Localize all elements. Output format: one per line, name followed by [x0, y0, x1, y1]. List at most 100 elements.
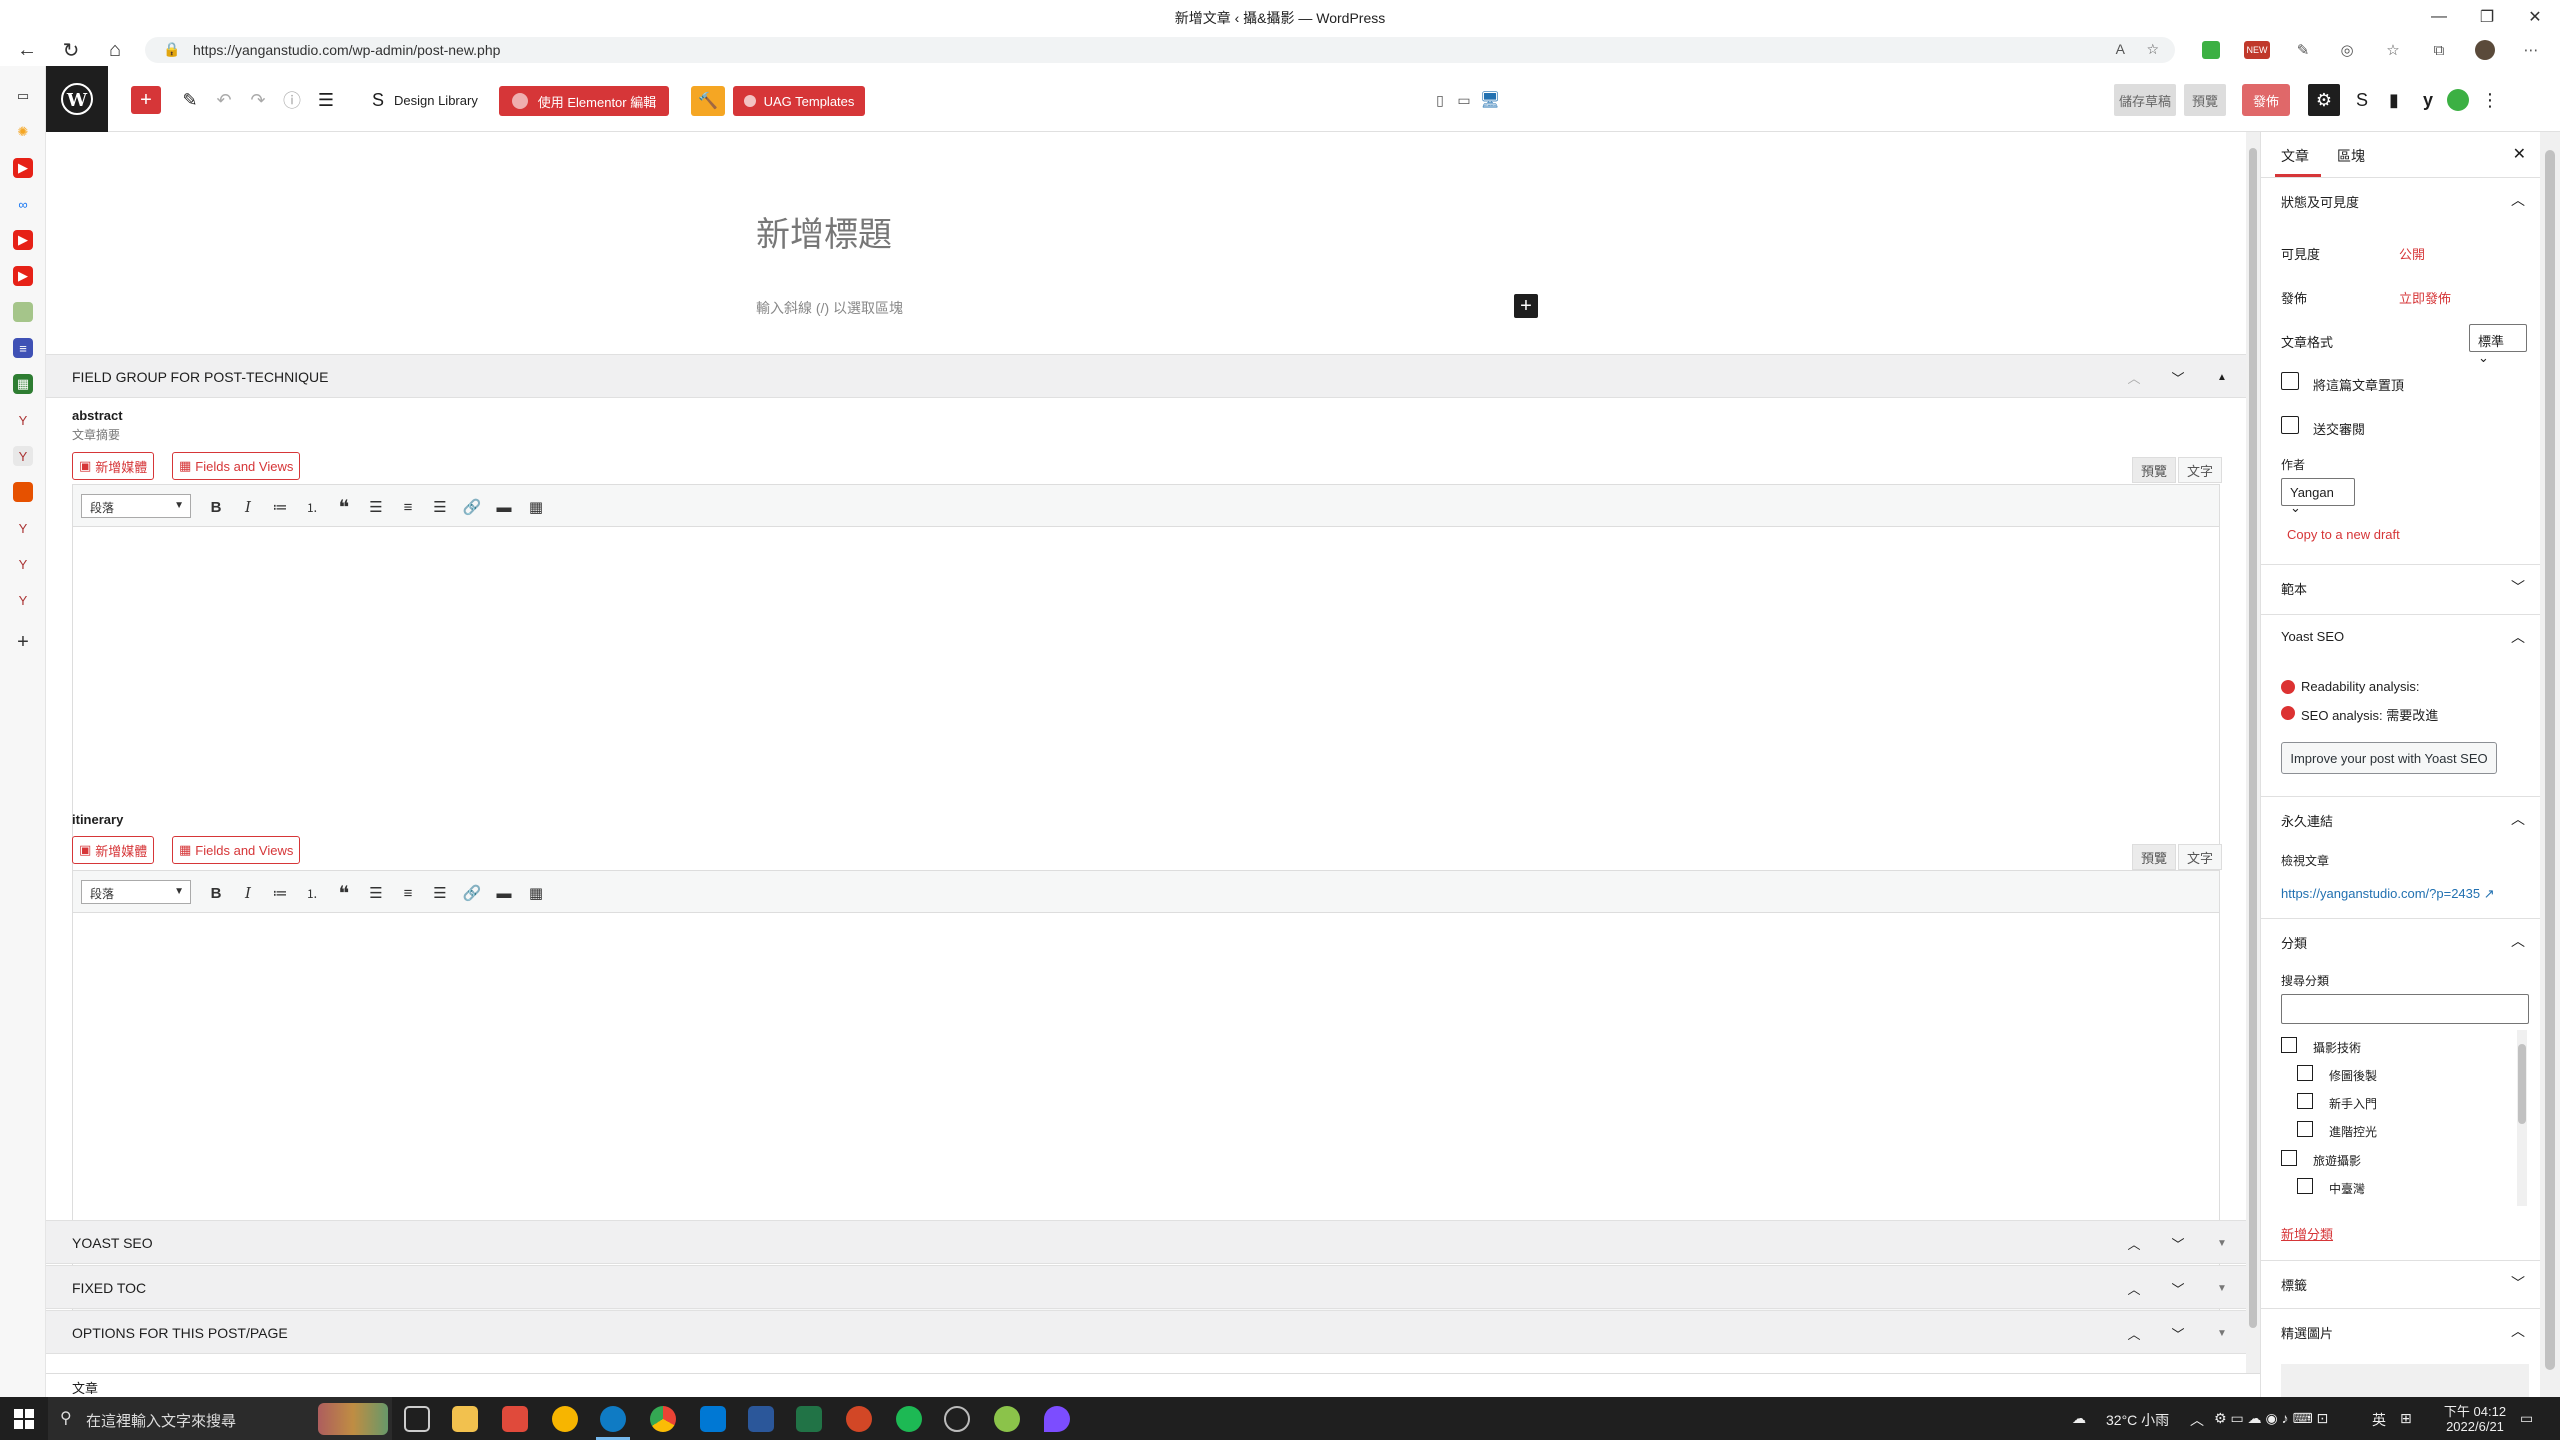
pending-review-checkbox[interactable] — [2281, 416, 2299, 434]
spotify-icon[interactable] — [896, 1406, 922, 1432]
collapse-toggle-icon[interactable]: ▲ — [2210, 365, 2234, 389]
inline-inserter-icon[interactable]: + — [1514, 294, 1538, 318]
publish-button[interactable]: 發佈 — [2242, 84, 2290, 116]
link-icon[interactable]: 🔗 — [461, 496, 483, 518]
bullet-list-icon[interactable]: ≔ — [269, 496, 291, 518]
edge-browser-icon[interactable] — [600, 1406, 626, 1432]
toolbar-toggle-icon[interactable]: ▦ — [525, 882, 547, 904]
panel-tags[interactable]: 標籤 ﹀ — [2261, 1260, 2540, 1304]
app-icon-purple[interactable] — [1044, 1406, 1070, 1432]
category-checkbox[interactable] — [2297, 1065, 2313, 1081]
yanganstudio-icon-3[interactable]: Y — [13, 554, 33, 574]
tab-text-2[interactable]: 文字 — [2178, 844, 2222, 870]
extension-icon[interactable] — [2202, 41, 2220, 59]
block-inserter-button[interactable]: + — [131, 86, 161, 114]
undo-icon[interactable]: ↶ — [210, 86, 238, 114]
move-up-icon[interactable]: ︿ — [2122, 1321, 2146, 1345]
panel-permalink[interactable]: 永久連結 ︿ — [2261, 796, 2540, 840]
post-format-select[interactable]: 標準 ⌄ — [2469, 324, 2527, 365]
permalink-link[interactable]: https://yanganstudio.com/?p=2435 ↗ — [2281, 886, 2495, 902]
extension-icon-3[interactable]: ◎ — [2334, 38, 2360, 62]
extension-new-icon[interactable]: NEW — [2244, 41, 2270, 59]
align-right-icon[interactable]: ☰ — [429, 496, 451, 518]
youtube-icon-2[interactable]: ▶ — [13, 230, 33, 250]
fields-views-button[interactable]: ▦ Fields and Views — [172, 452, 301, 480]
bullet-list-icon[interactable]: ≔ — [269, 882, 291, 904]
yanganstudio-icon-active[interactable]: Y — [13, 446, 33, 466]
align-left-icon[interactable]: ☰ — [365, 496, 387, 518]
uag-templates-button[interactable]: UAG Templates — [733, 86, 865, 116]
weather-text[interactable]: 32°C 小雨 — [2106, 1410, 2169, 1430]
panel-status-visibility[interactable]: 狀態及可見度 ︿ — [2261, 177, 2540, 221]
collapse-toggle-icon[interactable]: ▼ — [2210, 1276, 2234, 1300]
breadcrumb-item[interactable]: 文章 — [72, 1378, 98, 1397]
add-category-link[interactable]: 新增分類 — [2281, 1224, 2333, 1243]
search-category-input[interactable] — [2281, 994, 2529, 1024]
set-featured-image-area[interactable] — [2281, 1364, 2529, 1397]
read-more-icon[interactable]: ▬ — [493, 882, 515, 904]
extension-icon-2[interactable]: ✎ — [2290, 38, 2316, 62]
weather-app-icon[interactable] — [552, 1406, 578, 1432]
align-left-icon[interactable]: ☰ — [365, 882, 387, 904]
sticky-checkbox[interactable] — [2281, 372, 2299, 390]
maximize-icon[interactable]: ❐ — [2464, 4, 2510, 30]
tab-post[interactable]: 文章 — [2281, 146, 2309, 166]
clock-time[interactable]: 下午 04:12 — [2440, 1401, 2510, 1420]
list-app-icon[interactable]: ≡ — [13, 338, 33, 358]
file-explorer-icon[interactable] — [452, 1406, 478, 1432]
reload-icon[interactable]: ↻ — [56, 36, 86, 64]
list-view-icon[interactable]: ☰ — [312, 86, 340, 114]
blockquote-icon[interactable]: ❝ — [333, 882, 355, 905]
metabox-yoast-seo[interactable]: YOAST SEO ︿ ﹀ ▼ — [46, 1220, 2246, 1264]
italic-icon[interactable]: I — [237, 496, 259, 518]
post-title-input[interactable]: 新增標題 — [756, 207, 892, 256]
add-media-button-2[interactable]: ▣ 新增媒體 — [72, 836, 155, 864]
tab-visual-2[interactable]: 預覽 — [2132, 844, 2176, 870]
format-select[interactable]: 段落 ▼ — [81, 880, 191, 904]
taskbar-search-box[interactable]: ⚲ 在這裡輸入文字來搜尋 — [48, 1397, 392, 1440]
bold-icon[interactable]: B — [205, 882, 227, 904]
panel-featured-image[interactable]: 精選圖片 ︿ — [2261, 1308, 2540, 1352]
align-center-icon[interactable]: ≡ — [397, 882, 419, 904]
details-info-icon[interactable]: ⓘ — [278, 86, 306, 114]
yanganstudio-icon[interactable]: Y — [13, 410, 33, 430]
more-menu-icon[interactable]: ⋯ — [2518, 38, 2544, 62]
chrome-icon[interactable] — [650, 1406, 676, 1432]
app-icon-red[interactable] — [502, 1406, 528, 1432]
category-scroll-thumb[interactable] — [2518, 1044, 2526, 1124]
windows-start-icon[interactable] — [14, 1409, 34, 1429]
align-right-icon[interactable]: ☰ — [429, 882, 451, 904]
elementor-button[interactable]: 使用 Elementor 編輯 — [499, 86, 669, 116]
save-draft-button[interactable]: 儲存草稿 — [2114, 84, 2176, 116]
numbered-list-icon[interactable]: ⒈ — [301, 496, 323, 518]
format-select[interactable]: 段落 ▼ — [81, 494, 191, 518]
task-view-icon[interactable] — [404, 1406, 430, 1432]
move-down-icon[interactable]: ﹀ — [2166, 1321, 2190, 1345]
block-placeholder[interactable]: 輸入斜線 (/) 以選取區塊 — [756, 298, 903, 318]
clock-date[interactable]: 2022/6/21 — [2440, 1419, 2510, 1434]
category-checkbox[interactable] — [2281, 1150, 2297, 1166]
move-down-icon[interactable]: ﹀ — [2166, 365, 2190, 389]
panel-categories[interactable]: 分類 ︿ — [2261, 918, 2540, 962]
sun-icon[interactable]: ✺ — [13, 122, 33, 142]
excel-icon[interactable] — [796, 1406, 822, 1432]
category-checkbox[interactable] — [2281, 1037, 2297, 1053]
settings-gear-icon[interactable]: ⚙ — [2308, 84, 2340, 116]
tab-visual[interactable]: 預覽 — [2132, 457, 2176, 483]
performance-icon[interactable] — [2444, 86, 2472, 114]
move-up-icon[interactable]: ︿ — [2122, 365, 2146, 389]
publish-date-link[interactable]: 立即發佈 — [2399, 288, 2451, 307]
canvas-scrollbar-thumb[interactable] — [2249, 148, 2257, 1328]
redo-icon[interactable]: ↷ — [244, 86, 272, 114]
yanganstudio-icon-4[interactable]: Y — [13, 590, 33, 610]
category-checkbox[interactable] — [2297, 1093, 2313, 1109]
word-icon[interactable] — [748, 1406, 774, 1432]
read-aloud-icon[interactable]: A — [2116, 41, 2125, 57]
category-checkbox[interactable] — [2297, 1121, 2313, 1137]
move-down-icon[interactable]: ﹀ — [2166, 1276, 2190, 1300]
ime-mode-icon[interactable]: ⊞ — [2400, 1410, 2412, 1427]
align-center-icon[interactable]: ≡ — [397, 496, 419, 518]
category-list-scrollbar[interactable] — [2517, 1030, 2527, 1206]
tab-block[interactable]: 區塊 — [2337, 146, 2365, 166]
desktop-preview-icon[interactable]: 🖥 — [1476, 86, 1504, 114]
